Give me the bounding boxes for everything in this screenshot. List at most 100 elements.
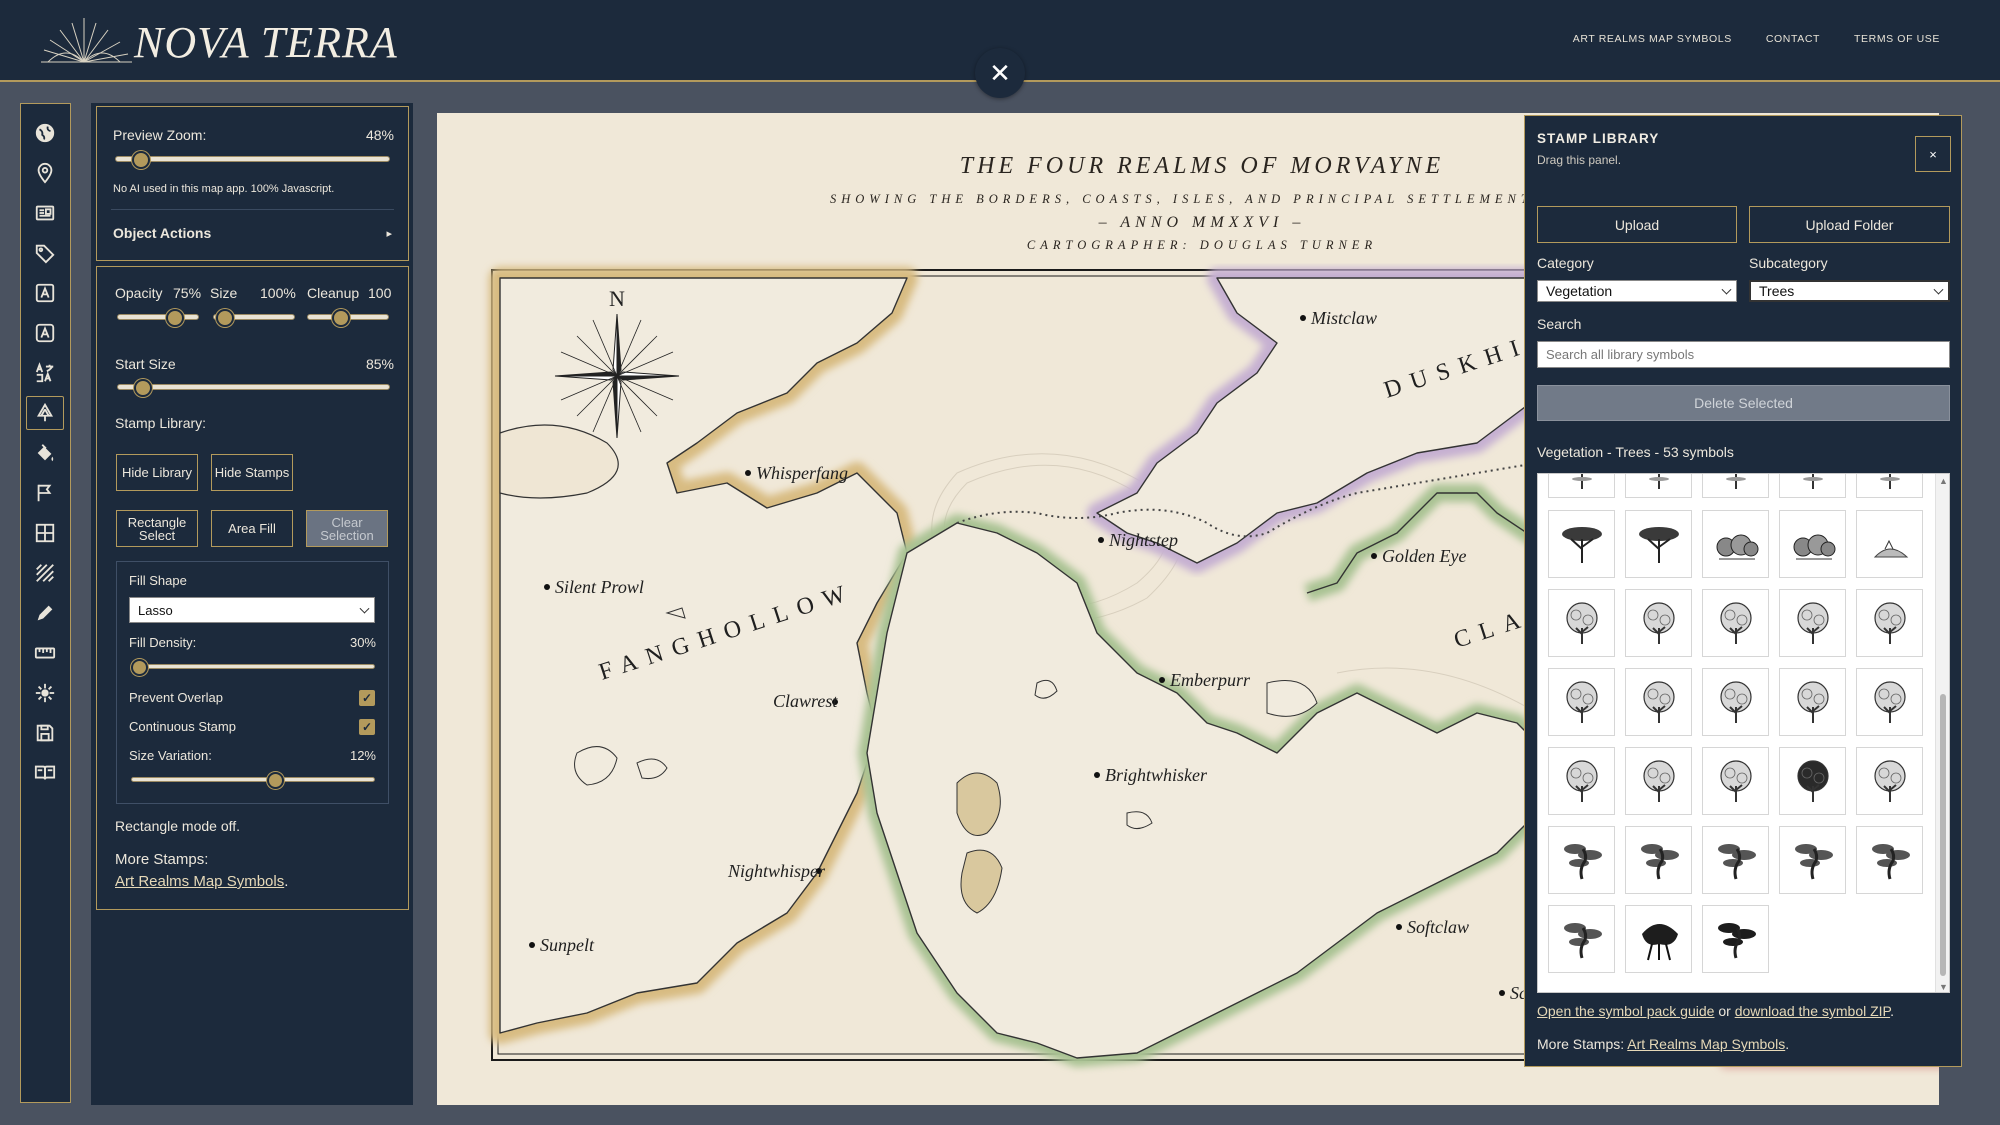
symbol-tile-bonsai[interactable] [1702, 826, 1769, 894]
oak-tree-icon [1642, 602, 1675, 644]
symbol-tile-pine-bonsai[interactable] [1856, 826, 1923, 894]
symbol-tile-birch[interactable] [1625, 747, 1692, 815]
upload-button[interactable]: Upload [1537, 206, 1737, 243]
symbol-tile-birch[interactable] [1702, 747, 1769, 815]
library-close-button[interactable]: × [1915, 136, 1951, 172]
start-size-slider[interactable] [117, 379, 390, 397]
prevent-overlap-checkbox[interactable]: ✓ [359, 690, 375, 706]
symbol-tile[interactable] [1625, 474, 1692, 498]
pen-icon[interactable] [26, 596, 64, 630]
continuous-stamp-checkbox[interactable]: ✓ [359, 719, 375, 735]
text-box-icon[interactable] [26, 316, 64, 350]
symbol-tile-birch[interactable] [1548, 747, 1615, 815]
symbol-tile[interactable] [1702, 474, 1769, 498]
globe-icon[interactable] [26, 116, 64, 150]
rectangle-select-button[interactable]: Rectangle Select [116, 510, 198, 547]
symbol-tile-birch[interactable] [1779, 668, 1846, 736]
tree-stamp-icon[interactable] [26, 396, 64, 430]
symbol-tile-bonsai[interactable] [1548, 826, 1615, 894]
expand-arrow-icon[interactable]: ▸ [386, 227, 392, 240]
grid-scrollbar[interactable]: ▲ ▼ [1935, 474, 1949, 992]
cleanup-slider[interactable] [307, 309, 389, 327]
symbol-tile-oak[interactable] [1625, 589, 1692, 657]
grid-icon[interactable] [26, 516, 64, 550]
hatch-icon[interactable] [26, 556, 64, 590]
library-search-input[interactable]: Search all library symbols [1537, 341, 1950, 368]
symbol-pack-guide-link[interactable]: Open the symbol pack guide [1537, 1003, 1714, 1019]
art-realms-link[interactable]: Art Realms Map Symbols [1627, 1036, 1785, 1052]
symbol-tile-oak[interactable] [1625, 668, 1692, 736]
symbol-tile-poplar[interactable] [1856, 589, 1923, 657]
nav-art-realms-link[interactable]: ART REALMS MAP SYMBOLS [1573, 33, 1732, 45]
category-select[interactable]: Vegetation [1537, 280, 1737, 302]
nova-terra-logo[interactable]: NOVA TERRA [36, 14, 398, 70]
tool-rail [20, 103, 71, 1103]
symbol-tile-bonsai[interactable] [1548, 905, 1615, 973]
upload-folder-button[interactable]: Upload Folder [1749, 206, 1950, 243]
symbol-tile-oak[interactable] [1779, 589, 1846, 657]
hide-stamps-button[interactable]: Hide Stamps [211, 454, 293, 491]
chevron-down-icon [1933, 284, 1944, 295]
symbol-tile[interactable] [1779, 474, 1846, 498]
symbol-tile[interactable] [1856, 474, 1923, 498]
scroll-up-icon[interactable]: ▲ [1939, 476, 1948, 486]
paint-bucket-icon[interactable] [26, 436, 64, 470]
tag-icon[interactable] [26, 236, 64, 270]
symbol-tile-birch[interactable] [1856, 668, 1923, 736]
compass-sun-icon[interactable] [26, 676, 64, 710]
scrollbar-thumb[interactable] [1940, 694, 1946, 976]
save-icon[interactable] [26, 716, 64, 750]
subcategory-select[interactable]: Trees [1749, 280, 1950, 302]
mangrove-tree-icon [1641, 924, 1678, 961]
symbol-tile-round-oak[interactable] [1856, 747, 1923, 815]
clear-selection-button[interactable]: Clear Selection [306, 510, 388, 547]
opacity-knob[interactable] [166, 309, 184, 327]
symbol-tile-bush[interactable] [1779, 510, 1846, 578]
delete-selected-button[interactable]: Delete Selected [1537, 385, 1950, 421]
symbol-tile[interactable] [1548, 474, 1615, 498]
start-size-knob[interactable] [134, 379, 152, 397]
close-button[interactable]: ✕ [975, 48, 1025, 98]
bonsai-tree-icon [1717, 844, 1756, 880]
symbol-tile-bonsai[interactable] [1779, 826, 1846, 894]
newspaper-icon[interactable] [26, 196, 64, 230]
opacity-slider[interactable] [117, 309, 199, 327]
size-knob[interactable] [216, 309, 234, 327]
cleanup-knob[interactable] [332, 309, 350, 327]
symbol-tile-shrubs[interactable] [1702, 510, 1769, 578]
hide-library-button[interactable]: Hide Library [116, 454, 198, 491]
ruler-icon[interactable] [26, 636, 64, 670]
nav-contact-link[interactable]: CONTACT [1766, 33, 1820, 45]
symbol-tile-birch[interactable] [1702, 668, 1769, 736]
preview-zoom-slider[interactable] [115, 151, 390, 169]
stamp-library-panel[interactable]: STAMP LIBRARY Drag this panel. × Upload … [1524, 115, 1962, 1067]
symbol-tile-oak[interactable] [1548, 589, 1615, 657]
preview-zoom-knob[interactable] [132, 151, 150, 169]
translate-icon[interactable] [26, 356, 64, 390]
fill-density-knob[interactable] [131, 659, 148, 676]
size-variation-slider[interactable] [131, 772, 375, 789]
scroll-down-icon[interactable]: ▼ [1939, 982, 1948, 992]
art-realms-link[interactable]: Art Realms Map Symbols [115, 873, 284, 890]
symbol-tile-dark-oak[interactable] [1779, 747, 1846, 815]
flag-icon[interactable] [26, 476, 64, 510]
symbol-tile-dark-bonsai[interactable] [1702, 905, 1769, 973]
fill-density-slider[interactable] [131, 659, 375, 676]
text-icon[interactable] [26, 276, 64, 310]
area-fill-button[interactable]: Area Fill [211, 510, 293, 547]
size-variation-knob[interactable] [267, 772, 284, 789]
fill-shape-select[interactable]: Lasso [129, 597, 375, 623]
symbol-tile-umbrella-pine[interactable] [1625, 510, 1692, 578]
symbol-tile-mangrove[interactable] [1625, 905, 1692, 973]
symbol-tile-acacia[interactable] [1548, 510, 1615, 578]
symbol-tile-grass-tuft[interactable] [1856, 510, 1923, 578]
map-pin-icon[interactable] [26, 156, 64, 190]
object-actions-toggle[interactable]: Object Actions [113, 225, 211, 241]
nav-terms-link[interactable]: TERMS OF USE [1854, 33, 1940, 45]
symbol-zip-link[interactable]: download the symbol ZIP [1735, 1003, 1890, 1019]
size-slider[interactable] [213, 309, 295, 327]
symbol-tile-bonsai[interactable] [1625, 826, 1692, 894]
book-icon[interactable] [26, 756, 64, 790]
symbol-tile-oak[interactable] [1702, 589, 1769, 657]
symbol-tile-oak[interactable] [1548, 668, 1615, 736]
